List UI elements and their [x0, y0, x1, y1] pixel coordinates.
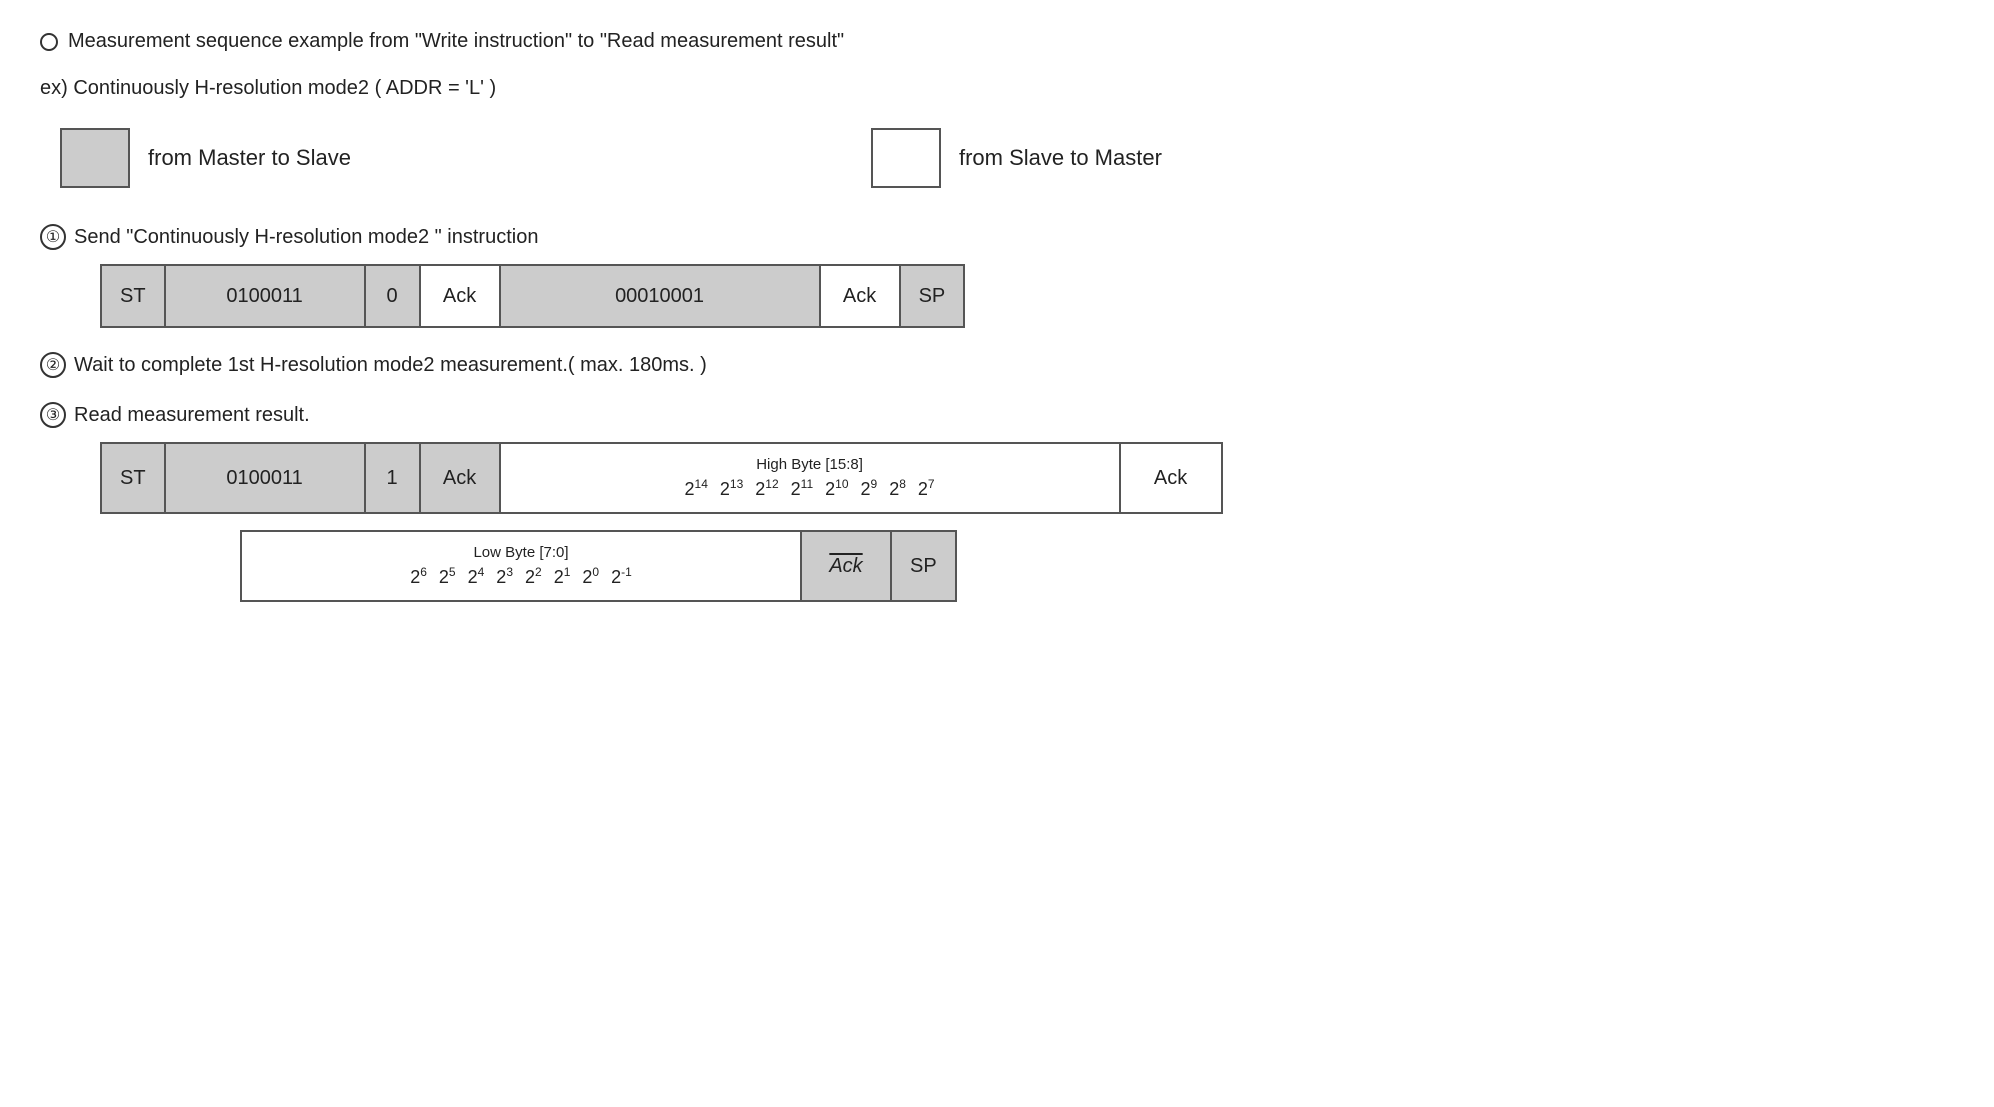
step3-title: ③ Read measurement result.: [40, 402, 1954, 428]
step1-st: ST: [102, 266, 166, 326]
step3-ack2: Ack: [1121, 444, 1221, 512]
title-text: Measurement sequence example from "Write…: [68, 30, 844, 53]
slave-legend: from Slave to Master: [871, 128, 1162, 188]
master-box: [60, 128, 130, 188]
step2: ② Wait to complete 1st H-resolution mode…: [40, 352, 1954, 378]
step1-rw: 0: [366, 266, 421, 326]
step3-row2-table: Low Byte [7:0] 26 25 24 23 22 21 20 2-1 …: [240, 530, 957, 602]
bit-neg1: 2-1: [611, 565, 632, 588]
step3-high-byte: High Byte [15:8] 214 213 212 211 210 29 …: [501, 444, 1121, 512]
step1-table: ST 0100011 0 Ack 00010001 Ack SP: [100, 264, 965, 328]
step3-label: Read measurement result.: [74, 404, 310, 427]
step3-addr: 0100011: [166, 444, 366, 512]
step1-title: ① Send "Continuously H-resolution mode2 …: [40, 224, 1954, 250]
bit-5: 25: [439, 565, 456, 588]
low-byte-label: Low Byte [7:0]: [473, 544, 568, 561]
step1-ack2: Ack: [821, 266, 901, 326]
step2-title: ② Wait to complete 1st H-resolution mode…: [40, 352, 1954, 378]
bit-12: 212: [755, 477, 778, 500]
bit-7: 27: [918, 477, 935, 500]
step1: ① Send "Continuously H-resolution mode2 …: [40, 224, 1954, 328]
step3-low-byte: Low Byte [7:0] 26 25 24 23 22 21 20 2-1: [242, 532, 802, 600]
high-byte-bits: 214 213 212 211 210 29 28 27: [685, 477, 935, 500]
bit-9: 29: [861, 477, 878, 500]
ack-overline-text: Ack: [829, 555, 862, 578]
step2-label: Wait to complete 1st H-resolution mode2 …: [74, 354, 707, 377]
master-legend: from Master to Slave: [60, 128, 351, 188]
step3-rw: 1: [366, 444, 421, 512]
example-line: ex) Continuously H-resolution mode2 ( AD…: [40, 77, 1954, 100]
step3-row2-wrapper: Low Byte [7:0] 26 25 24 23 22 21 20 2-1 …: [240, 530, 1954, 602]
step3-table-wrapper: ST 0100011 1 Ack High Byte [15:8] 214 21…: [40, 442, 1954, 514]
step3-num: ③: [40, 402, 66, 428]
step3-ack1: Ack: [421, 444, 501, 512]
step3: ③ Read measurement result. ST 0100011 1 …: [40, 402, 1954, 602]
high-byte-label: High Byte [15:8]: [756, 456, 863, 473]
low-byte-bits: 26 25 24 23 22 21 20 2-1: [410, 565, 632, 588]
slave-box: [871, 128, 941, 188]
bit-11: 211: [791, 477, 813, 500]
section-title: Measurement sequence example from "Write…: [40, 30, 1954, 53]
step3-sp: SP: [892, 532, 955, 600]
bit-4: 24: [468, 565, 485, 588]
step1-data: 00010001: [501, 266, 821, 326]
step3-st: ST: [102, 444, 166, 512]
slave-label: from Slave to Master: [959, 145, 1162, 171]
legend-row: from Master to Slave from Slave to Maste…: [40, 128, 1954, 188]
bit-1: 21: [554, 565, 571, 588]
bit-14: 214: [685, 477, 708, 500]
bit-2: 22: [525, 565, 542, 588]
bit-3: 23: [496, 565, 513, 588]
bullet-circle-icon: [40, 33, 58, 51]
step1-addr: 0100011: [166, 266, 366, 326]
step1-sp: SP: [901, 266, 964, 326]
step1-table-wrapper: ST 0100011 0 Ack 00010001 Ack SP: [40, 264, 1954, 328]
step1-num: ①: [40, 224, 66, 250]
bit-8: 28: [889, 477, 906, 500]
bit-10: 210: [825, 477, 848, 500]
step2-num: ②: [40, 352, 66, 378]
step3-ack-overline: Ack: [802, 532, 892, 600]
bit-6: 26: [410, 565, 427, 588]
step1-label: Send "Continuously H-resolution mode2 " …: [74, 226, 538, 249]
step1-ack1: Ack: [421, 266, 501, 326]
bit-0: 20: [582, 565, 599, 588]
bit-13: 213: [720, 477, 743, 500]
master-label: from Master to Slave: [148, 145, 351, 171]
step3-row1-table: ST 0100011 1 Ack High Byte [15:8] 214 21…: [100, 442, 1223, 514]
